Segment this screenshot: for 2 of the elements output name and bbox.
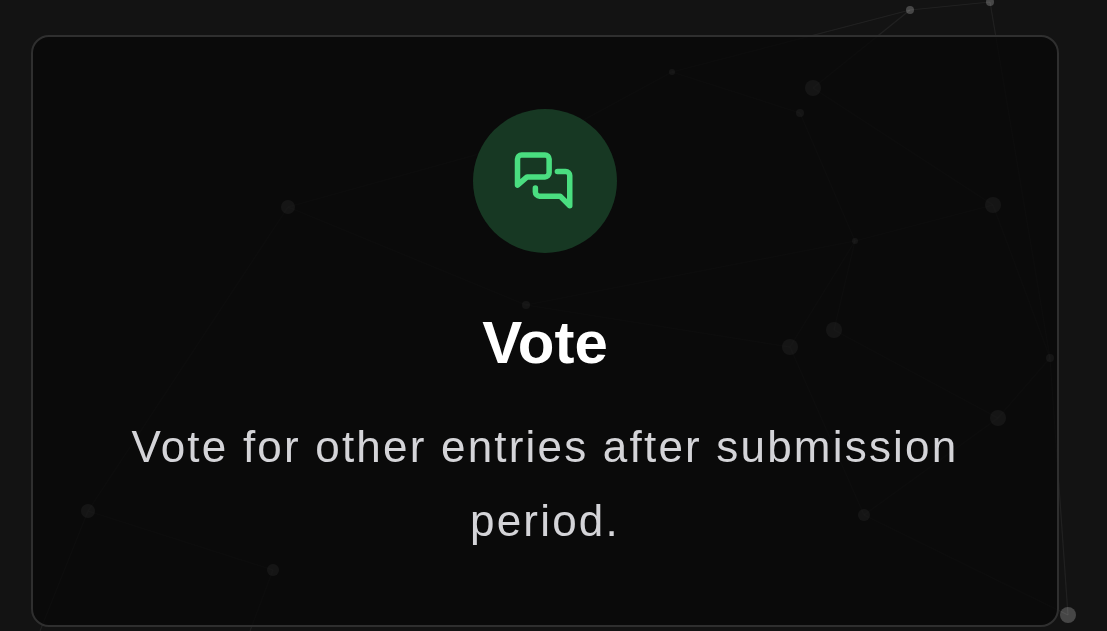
card-title: Vote bbox=[482, 308, 608, 378]
card-description: Vote for other entries after submission period. bbox=[130, 421, 960, 547]
